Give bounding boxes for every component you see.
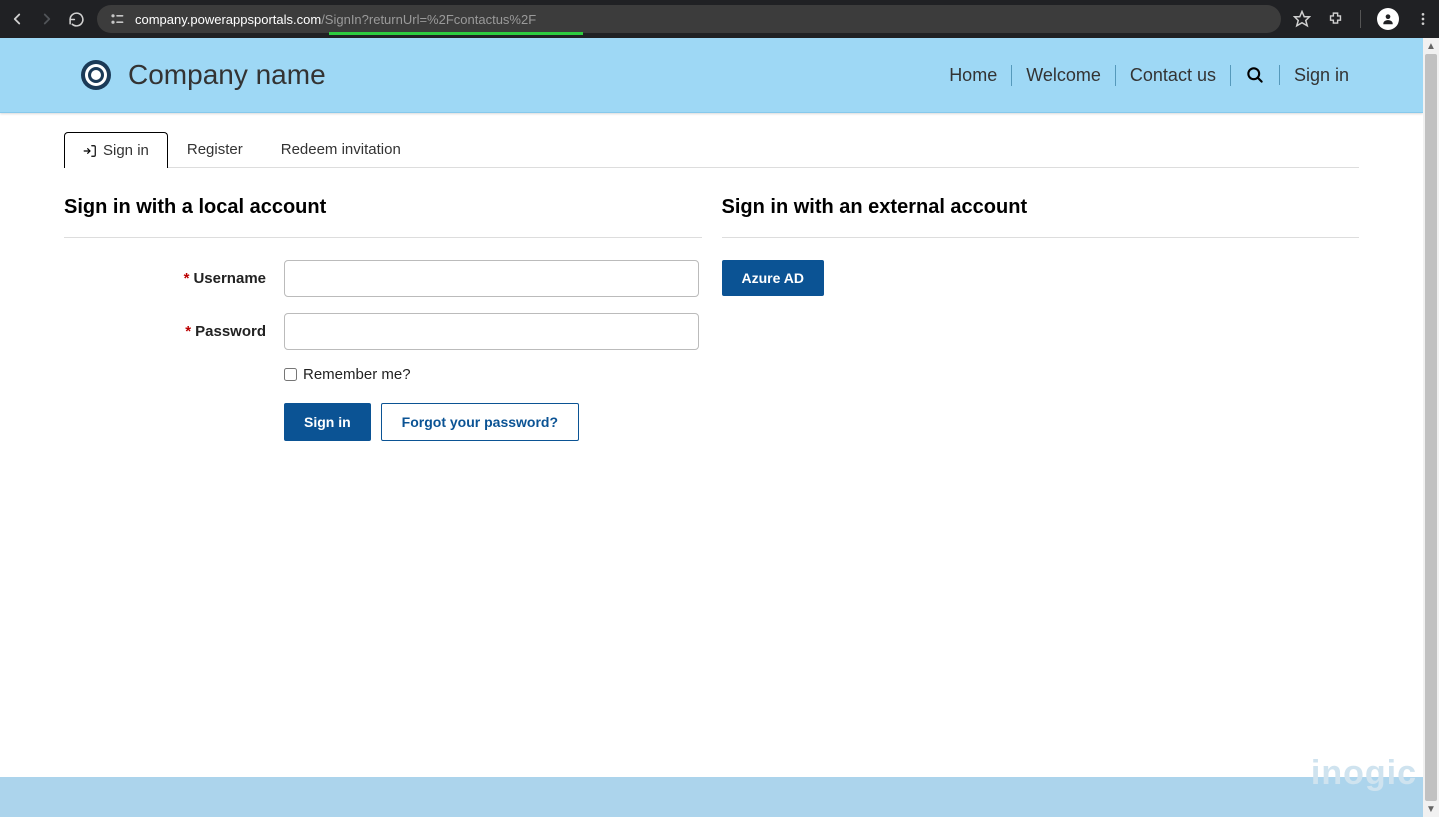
nav-sign-in[interactable]: Sign in: [1280, 65, 1363, 86]
main-nav: Home Welcome Contact us Sign in: [935, 65, 1363, 86]
footer-band: [0, 777, 1423, 817]
external-heading: Sign in with an external account: [722, 196, 1360, 238]
signin-arrow-icon: [83, 144, 97, 158]
nav-contact-us[interactable]: Contact us: [1116, 65, 1231, 86]
main-content: Sign in Register Redeem invitation Sign …: [0, 113, 1423, 497]
profile-avatar-icon[interactable]: [1377, 8, 1399, 30]
forgot-password-button[interactable]: Forgot your password?: [381, 403, 579, 441]
vertical-scrollbar[interactable]: ▲ ▼: [1423, 38, 1439, 817]
tab-sign-in-label: Sign in: [103, 142, 149, 159]
reload-icon[interactable]: [68, 11, 85, 28]
azure-ad-button[interactable]: Azure AD: [722, 260, 825, 296]
toolbar-separator: [1360, 10, 1361, 28]
sign-in-button[interactable]: Sign in: [284, 403, 371, 441]
username-input[interactable]: [284, 260, 699, 297]
username-label: *Username: [64, 270, 284, 287]
scroll-up-arrow-icon[interactable]: ▲: [1423, 38, 1439, 54]
extensions-icon[interactable]: [1327, 11, 1344, 28]
remember-me-label[interactable]: Remember me?: [284, 366, 699, 383]
brand-name: Company name: [128, 59, 326, 91]
tab-register-label: Register: [187, 141, 243, 158]
external-signin-section: Sign in with an external account Azure A…: [722, 196, 1360, 457]
password-input[interactable]: [284, 313, 699, 350]
tab-register[interactable]: Register: [168, 131, 262, 167]
nav-search-icon[interactable]: [1231, 65, 1280, 85]
scroll-down-arrow-icon[interactable]: ▼: [1423, 801, 1439, 817]
local-heading: Sign in with a local account: [64, 196, 702, 238]
tab-redeem-label: Redeem invitation: [281, 141, 401, 158]
tab-sign-in[interactable]: Sign in: [64, 132, 168, 168]
remember-me-checkbox[interactable]: [284, 368, 297, 381]
site-info-icon[interactable]: [109, 12, 125, 26]
forward-icon[interactable]: [38, 10, 56, 28]
nav-home[interactable]: Home: [935, 65, 1012, 86]
scrollbar-thumb[interactable]: [1425, 54, 1437, 801]
kebab-menu-icon[interactable]: [1415, 11, 1431, 27]
auth-tabs: Sign in Register Redeem invitation: [64, 131, 1359, 168]
local-signin-section: Sign in with a local account *Username *…: [64, 196, 702, 457]
site-header: Company name Home Welcome Contact us Sig…: [0, 38, 1423, 113]
bookmark-star-icon[interactable]: [1293, 10, 1311, 28]
address-bar[interactable]: company.powerappsportals.com/SignIn?retu…: [97, 5, 1281, 33]
back-icon[interactable]: [8, 10, 26, 28]
brand-logo-icon: [80, 59, 112, 91]
nav-welcome[interactable]: Welcome: [1012, 65, 1116, 86]
url-text: company.powerappsportals.com/SignIn?retu…: [135, 12, 536, 27]
tab-redeem-invitation[interactable]: Redeem invitation: [262, 131, 420, 167]
url-highlight-underline: [329, 32, 583, 35]
browser-toolbar: company.powerappsportals.com/SignIn?retu…: [0, 0, 1439, 38]
brand[interactable]: Company name: [80, 59, 326, 91]
password-label: *Password: [64, 323, 284, 340]
